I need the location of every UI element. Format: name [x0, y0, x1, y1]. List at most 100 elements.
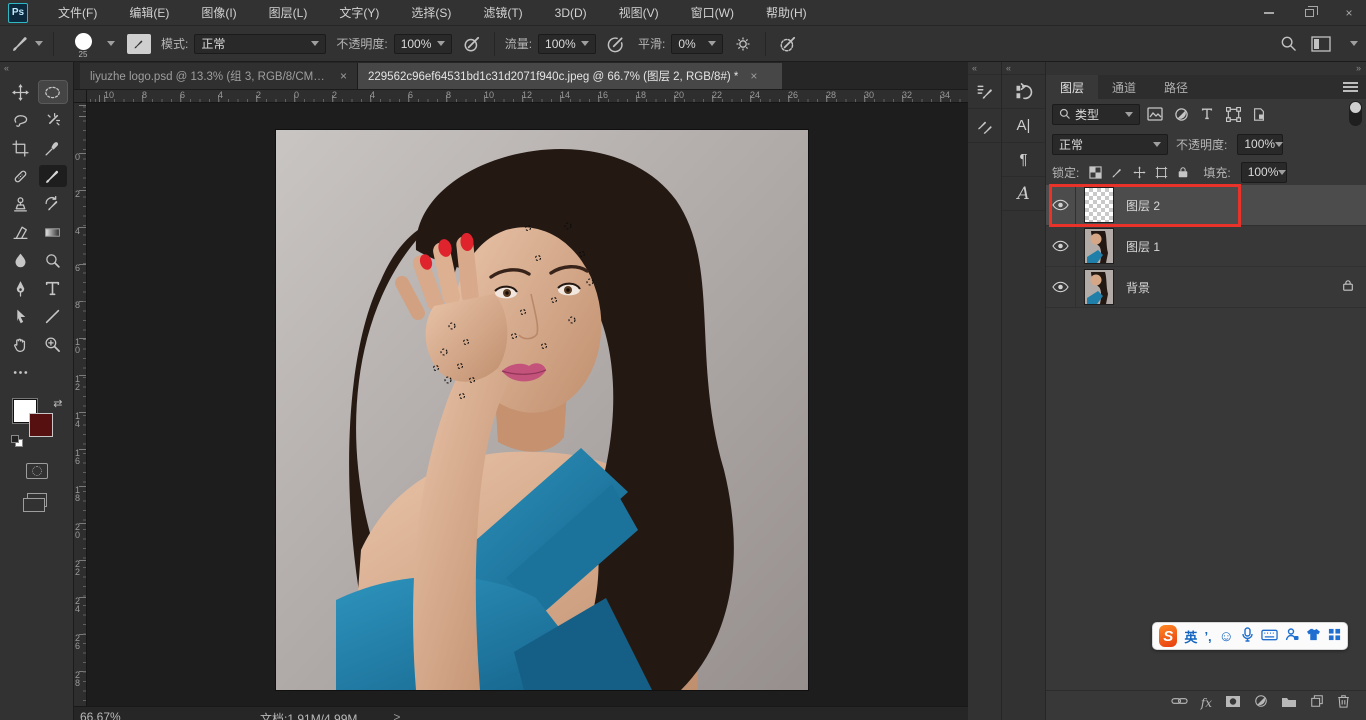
blend-mode-select[interactable]: 正常 — [194, 34, 326, 54]
sogou-logo-icon[interactable]: S — [1159, 625, 1177, 647]
filter-adjustment-layers-button[interactable] — [1170, 104, 1192, 124]
quick-mask-button[interactable] — [26, 463, 48, 479]
layer-row-layer2[interactable]: 图层 2 — [1046, 185, 1366, 226]
tool-brush[interactable] — [39, 165, 67, 187]
filter-on-off-toggle[interactable] — [1349, 101, 1362, 126]
layer-row-background[interactable]: 背景 — [1046, 267, 1366, 308]
collapse-dock-button[interactable]: « — [1002, 62, 1045, 75]
link-layers-button[interactable] — [1171, 695, 1188, 710]
menu-window[interactable]: 窗口(W) — [675, 0, 750, 26]
search-icon[interactable] — [1280, 35, 1297, 52]
chevron-down-icon[interactable] — [1350, 41, 1358, 46]
menu-type[interactable]: 文字(Y) — [323, 0, 395, 26]
menu-layer[interactable]: 图层(L) — [253, 0, 324, 26]
tool-eyedropper[interactable] — [39, 137, 67, 159]
opacity-pressure-button[interactable] — [460, 31, 484, 57]
ime-punctuation-toggle[interactable]: ’, — [1204, 629, 1211, 644]
layer-thumbnail-transparent[interactable] — [1084, 187, 1114, 223]
chevron-down-icon[interactable] — [107, 41, 115, 46]
menu-image[interactable]: 图像(I) — [185, 0, 252, 26]
document-tab-2-active[interactable]: 229562c96ef64531bd1c31d2071f940c.jpeg @ … — [358, 63, 782, 89]
paragraph-panel-button[interactable]: ¶ — [1002, 143, 1045, 177]
restore-button[interactable] — [1302, 7, 1316, 19]
delete-layer-button[interactable] — [1337, 694, 1350, 711]
status-options-chevron[interactable]: > — [393, 707, 400, 720]
layer-thumbnail-photo[interactable] — [1084, 269, 1114, 305]
menu-help[interactable]: 帮助(H) — [750, 0, 823, 26]
tool-lasso[interactable] — [7, 109, 35, 131]
flow-input[interactable]: 100% — [538, 34, 596, 54]
background-color-swatch[interactable] — [29, 413, 53, 437]
opacity-input[interactable]: 100% — [394, 34, 452, 54]
tool-blur[interactable] — [7, 249, 35, 271]
tool-type[interactable] — [39, 277, 67, 299]
smoothing-input[interactable]: 0% — [671, 34, 723, 54]
history-panel-button[interactable] — [1002, 75, 1045, 109]
menu-edit[interactable]: 编辑(E) — [113, 0, 185, 26]
ime-language-toggle[interactable]: 英 — [1184, 627, 1197, 646]
filter-type-select[interactable]: 类型 — [1052, 104, 1140, 125]
menu-view[interactable]: 视图(V) — [603, 0, 675, 26]
tool-hand[interactable] — [7, 333, 35, 355]
screen-mode-button[interactable] — [27, 493, 47, 507]
new-group-button[interactable] — [1281, 695, 1297, 711]
document-tab-1[interactable]: liyuzhe logo.psd @ 13.3% (组 3, RGB/8/CMY… — [80, 63, 358, 89]
expand-panels-button[interactable]: » — [1046, 62, 1366, 75]
menu-file[interactable]: 文件(F) — [42, 0, 113, 26]
tab-layers[interactable]: 图层 — [1046, 75, 1098, 99]
ime-keyboard-button[interactable] — [1261, 629, 1278, 644]
tool-clone-stamp[interactable] — [7, 193, 35, 215]
tool-preset-picker[interactable] — [10, 31, 43, 57]
tool-move[interactable] — [7, 81, 35, 103]
airbrush-button[interactable] — [604, 31, 628, 57]
lock-all-button[interactable] — [1173, 163, 1193, 181]
tool-magic-wand[interactable] — [39, 109, 67, 131]
tool-pen[interactable] — [7, 277, 35, 299]
tool-path-selection[interactable] — [7, 305, 35, 327]
tool-elliptical-marquee[interactable] — [39, 81, 67, 103]
smoothing-options-button[interactable] — [731, 31, 755, 57]
ime-toolbox-button[interactable] — [1328, 628, 1341, 644]
layer-row-layer1[interactable]: 图层 1 — [1046, 226, 1366, 267]
tool-line[interactable] — [39, 305, 67, 327]
layer-thumbnail-photo[interactable] — [1084, 228, 1114, 264]
close-tab-icon[interactable]: × — [340, 69, 347, 83]
tab-channels[interactable]: 通道 — [1098, 75, 1150, 99]
ruler-horizontal[interactable]: 1086420246810121416182022242628303234363… — [87, 90, 1042, 103]
menu-select[interactable]: 选择(S) — [395, 0, 467, 26]
ime-skin-button[interactable] — [1285, 628, 1299, 644]
canvas-image[interactable] — [276, 130, 808, 690]
visibility-toggle[interactable] — [1046, 267, 1076, 307]
size-pressure-button[interactable] — [776, 31, 800, 57]
close-tab-icon[interactable]: × — [750, 69, 757, 83]
panel-menu-icon[interactable] — [1343, 82, 1358, 84]
brush-settings-panel-button[interactable] — [968, 75, 1001, 109]
lock-position-button[interactable] — [1129, 163, 1149, 181]
tool-spot-healing-brush[interactable] — [7, 165, 35, 187]
minimize-button[interactable] — [1262, 7, 1276, 19]
tool-dodge[interactable] — [39, 249, 67, 271]
visibility-toggle[interactable] — [1046, 226, 1076, 266]
tool-edit-toolbar[interactable] — [7, 361, 35, 383]
tool-gradient[interactable] — [39, 221, 67, 243]
menu-filter[interactable]: 滤镜(T) — [467, 0, 538, 26]
swap-colors-button[interactable]: ⇄ — [53, 397, 62, 410]
brush-size-picker[interactable]: 25 — [66, 33, 100, 59]
collapse-dock-button[interactable]: « — [968, 62, 1001, 75]
add-layer-mask-button[interactable] — [1225, 695, 1241, 711]
menu-3d[interactable]: 3D(D) — [539, 0, 603, 26]
default-colors-button[interactable] — [11, 435, 23, 447]
character-panel-button[interactable]: A| — [1002, 109, 1045, 143]
lock-artboard-button[interactable] — [1151, 163, 1171, 181]
ime-emoji-button[interactable]: ☺ — [1219, 628, 1234, 645]
tool-history-brush[interactable] — [39, 193, 67, 215]
workspace-switcher-icon[interactable] — [1311, 36, 1331, 52]
lock-pixels-button[interactable] — [1107, 163, 1127, 181]
lock-transparency-button[interactable] — [1085, 163, 1105, 181]
filter-smart-objects-button[interactable] — [1248, 104, 1270, 124]
tab-paths[interactable]: 路径 — [1150, 75, 1202, 99]
layer-styles-button[interactable]: fx — [1201, 696, 1212, 710]
glyphs-panel-button[interactable]: A — [1002, 177, 1045, 211]
tool-eraser[interactable] — [7, 221, 35, 243]
ruler-vertical[interactable]: 024681012141618202224262830 — [74, 103, 87, 706]
